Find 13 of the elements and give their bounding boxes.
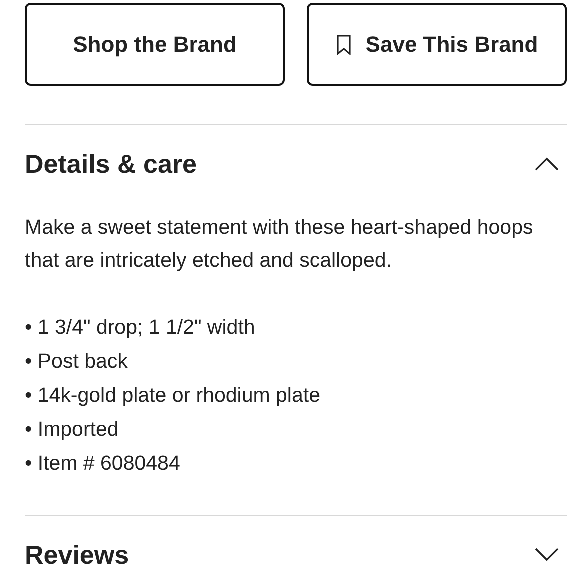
detail-item: • Post back bbox=[25, 349, 129, 375]
detail-item: • Item # 6080484 bbox=[25, 451, 182, 477]
chevron-down-icon[interactable] bbox=[535, 548, 559, 562]
chevron-up-icon[interactable] bbox=[535, 157, 559, 171]
detail-item: • 14k-gold plate or rhodium plate bbox=[25, 383, 322, 409]
detail-item: • Imported bbox=[25, 417, 120, 443]
section-title: Details & care bbox=[25, 148, 197, 180]
description-text: Make a sweet statement with these heart-shaped hoops that are intricately etched and scalloped. bbox=[25, 215, 534, 274]
section-title: Reviews bbox=[25, 540, 130, 570]
bookmark-icon bbox=[336, 34, 352, 54]
detail-item: • 1 3/4" drop; 1 1/2" width bbox=[25, 315, 256, 341]
brand-button[interactable]: Save This Brand bbox=[307, 3, 567, 86]
brand-button[interactable]: Shop the Brand bbox=[25, 3, 285, 86]
